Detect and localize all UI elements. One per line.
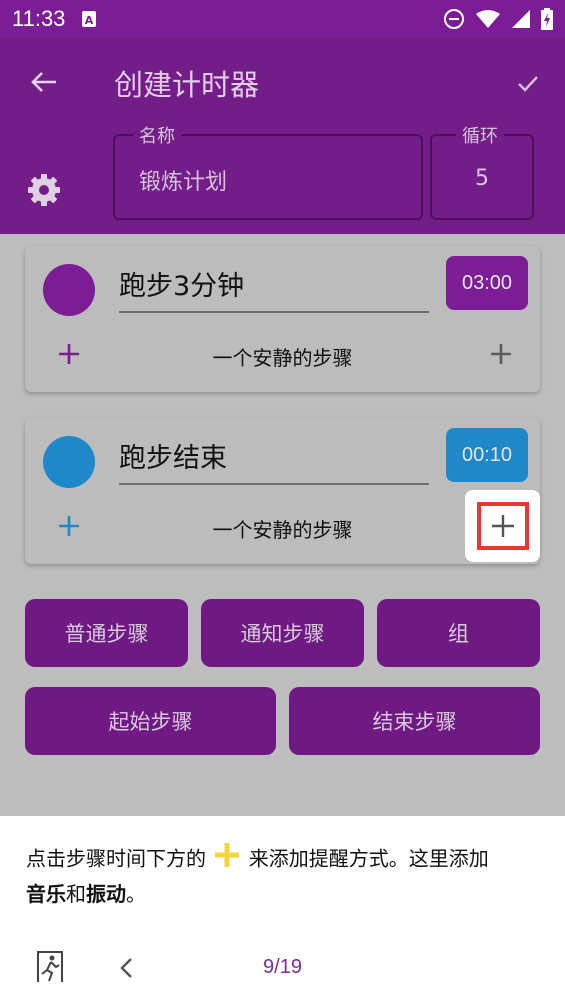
tutorial-connector: 和	[66, 882, 86, 906]
status-bar: 11:33 A	[0, 0, 565, 38]
name-label: 名称	[133, 122, 181, 148]
step-time-button[interactable]: 00:10	[446, 428, 528, 482]
tutorial-message: 点击步骤时间下方的 来添加提醒方式。这里添加 音乐和振动。	[26, 842, 546, 911]
confirm-check-icon[interactable]	[510, 66, 546, 102]
tutorial-text-before: 点击步骤时间下方的	[26, 846, 206, 871]
step-color-dot[interactable]	[43, 436, 95, 488]
tutorial-bold-vibration: 振动	[86, 882, 126, 906]
add-reminder-plus-icon[interactable]	[487, 340, 515, 368]
name-value: 锻炼计划	[139, 170, 228, 195]
page-title: 创建计时器	[114, 68, 260, 102]
tutorial-text-after: 来添加提醒方式。这里添加	[248, 846, 489, 871]
a-box-notification-icon: A	[81, 10, 97, 28]
status-time: 11:33	[12, 6, 66, 31]
loop-count-field[interactable]: 循环 5	[430, 122, 534, 220]
cell-signal-icon	[511, 9, 531, 29]
wifi-icon	[475, 9, 501, 29]
timer-name-field[interactable]: 名称 锻炼计划	[113, 122, 423, 220]
step-name-input[interactable]: 跑步3分钟	[119, 264, 429, 313]
step-time-button[interactable]: 03:00	[446, 256, 528, 310]
svg-text:A: A	[85, 14, 94, 27]
notify-step-button[interactable]: 通知步骤	[201, 599, 364, 667]
step-card[interactable]: 跑步结束 00:10 一个安静的步骤	[25, 418, 540, 564]
step-note: 一个安静的步骤	[212, 518, 353, 542]
start-step-button[interactable]: 起始步骤	[25, 687, 276, 755]
loop-value: 5	[475, 166, 489, 191]
step-name-input[interactable]: 跑步结束	[119, 436, 429, 485]
highlight-frame	[476, 502, 529, 550]
normal-step-button[interactable]: 普通步骤	[25, 599, 188, 667]
step-note: 一个安静的步骤	[212, 346, 353, 370]
group-button[interactable]: 组	[377, 599, 540, 667]
settings-gear-icon[interactable]	[24, 170, 64, 210]
app-bar: 创建计时器 名称 锻炼计划 循环 5	[0, 38, 565, 234]
step-card[interactable]: 跑步3分钟 03:00 一个安静的步骤	[25, 246, 540, 392]
battery-charging-icon	[541, 8, 553, 30]
back-arrow-icon[interactable]	[24, 64, 64, 100]
loop-label: 循环	[456, 122, 504, 148]
tutorial-end: 。	[126, 882, 146, 906]
do-not-disturb-icon	[443, 8, 465, 30]
tutorial-page-indicator: 9/19	[263, 956, 302, 978]
yellow-plus-icon	[214, 842, 240, 878]
step-color-dot[interactable]	[43, 264, 95, 316]
tutorial-bold-music: 音乐	[26, 882, 66, 906]
end-step-button[interactable]: 结束步骤	[289, 687, 540, 755]
tutorial-sheet: 点击步骤时间下方的 来添加提醒方式。这里添加 音乐和振动。 9/19	[0, 816, 565, 1004]
add-reminder-plus-icon	[491, 515, 514, 537]
highlighted-add-reminder-button[interactable]	[465, 490, 540, 562]
